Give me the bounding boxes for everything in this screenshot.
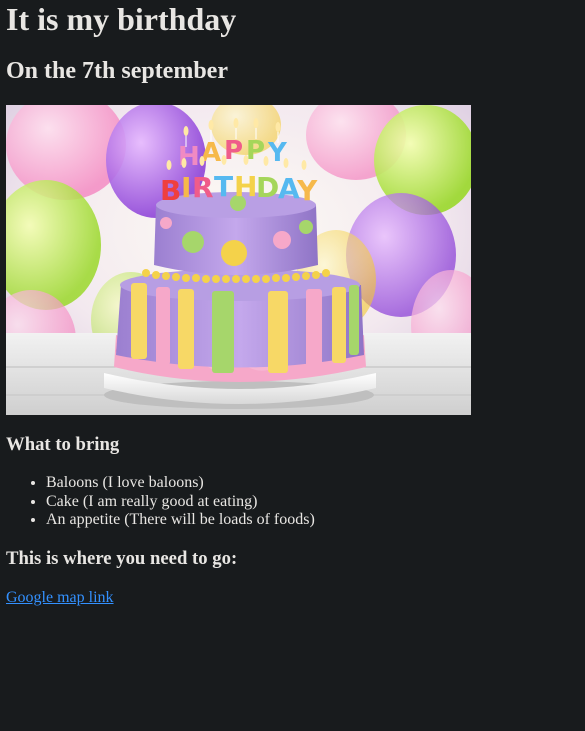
list-item: Cake (I am really good at eating) xyxy=(46,493,579,512)
svg-text:T: T xyxy=(214,170,233,203)
event-date-heading: On the 7th september xyxy=(6,58,228,84)
location-heading: This is where you need to go: xyxy=(6,547,238,569)
svg-text:D: D xyxy=(256,171,279,204)
what-to-bring-heading: What to bring xyxy=(6,434,120,455)
svg-text:B: B xyxy=(160,174,181,207)
birthday-cake-image: H A P P Y B I R T H D A Y xyxy=(6,105,471,415)
list-item: Baloons (I love baloons) xyxy=(46,474,579,493)
google-map-link[interactable]: Google map link xyxy=(6,589,114,606)
map-link-paragraph: Google map link xyxy=(6,589,579,607)
bring-list: Baloons (I love baloons) Cake (I am real… xyxy=(6,474,579,530)
svg-text:I: I xyxy=(181,171,191,204)
svg-text:P: P xyxy=(224,136,243,166)
page-title: It is my birthday xyxy=(6,1,237,37)
svg-text:H: H xyxy=(178,142,200,172)
list-item: An appetite (There will be loads of food… xyxy=(46,511,579,530)
page-content: It is my birthday On the 7th september H… xyxy=(0,0,585,607)
svg-text:H: H xyxy=(234,170,257,203)
svg-text:P: P xyxy=(246,136,265,166)
svg-text:Y: Y xyxy=(296,174,318,207)
svg-text:R: R xyxy=(192,171,214,204)
